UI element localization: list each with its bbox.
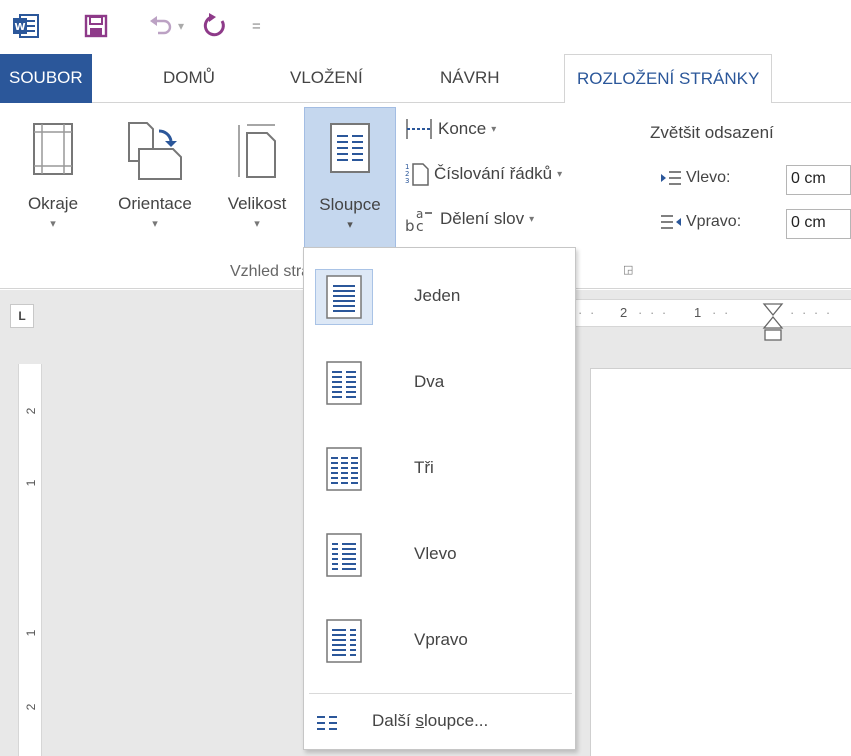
columns-menu-item-right[interactable]: Vpravo <box>310 602 569 680</box>
breaks-button[interactable]: Konce ▾ <box>404 115 496 143</box>
word-logo-icon: W <box>12 12 40 40</box>
indent-left-label: Vlevo: <box>660 169 730 187</box>
chevron-down-icon: ▾ <box>529 213 535 225</box>
size-label: Velikost <box>227 194 287 213</box>
indent-right-input[interactable]: 0 cm <box>786 209 851 239</box>
columns-menu-item-label: Jeden <box>414 286 461 305</box>
document-page[interactable] <box>590 368 851 756</box>
columns-label: Sloupce <box>319 195 381 214</box>
redo-icon[interactable] <box>202 12 228 40</box>
chevron-down-icon: ▾ <box>557 168 563 180</box>
ruler-tick: 2 <box>24 703 38 711</box>
ruler-tick: 2 <box>620 305 628 320</box>
chevron-down-icon: ▾ <box>491 123 497 135</box>
indent-marker-icon[interactable] <box>762 302 784 342</box>
margins-button[interactable]: Okraje ▾ <box>18 107 88 263</box>
ruler-tick: 1 <box>24 629 38 637</box>
quick-access-toolbar: W ▾ = <box>0 0 851 54</box>
columns-menu-item-left[interactable]: Vlevo <box>310 516 569 594</box>
chevron-down-icon: ▾ <box>152 218 158 230</box>
columns-menu-item-label: Dva <box>414 372 445 391</box>
ruler-tick: 2 <box>24 407 38 415</box>
columns-menu-item-two[interactable]: Dva <box>310 344 569 422</box>
chevron-down-icon: ▾ <box>254 218 260 230</box>
svg-text:W: W <box>14 22 25 33</box>
tab-insert[interactable]: VLOŽENÍ <box>290 54 363 103</box>
chevron-down-icon: ▾ <box>347 219 353 231</box>
columns-icon <box>330 123 370 173</box>
columns-menu-item-label: Tři <box>414 458 434 477</box>
columns-dropdown-menu: Jeden Dva Tři Vlevo Vpravo <box>303 247 576 750</box>
indent-right-label: Vpravo: <box>660 213 741 231</box>
svg-text:3: 3 <box>405 177 409 185</box>
undo-icon[interactable] <box>148 12 174 40</box>
orientation-button[interactable]: Orientace ▾ <box>104 107 206 263</box>
columns-button[interactable]: Sloupce ▾ <box>304 107 396 253</box>
three-columns-icon <box>315 441 373 497</box>
ribbon-tabs: SOUBOR DOMŮ VLOŽENÍ NÁVRH ROZLOŽENÍ STRÁ… <box>0 54 851 104</box>
columns-menu-item-three[interactable]: Tři <box>310 430 569 508</box>
right-column-icon <box>315 613 373 669</box>
orientation-label: Orientace <box>118 194 192 213</box>
breaks-icon <box>406 119 432 139</box>
svg-text:c: c <box>416 219 424 233</box>
size-button[interactable]: Velikost ▾ <box>213 107 301 263</box>
line-numbers-label: Číslování řádků <box>434 164 553 183</box>
save-icon[interactable] <box>84 12 108 40</box>
hyphenation-label: Dělení slov <box>440 209 525 228</box>
two-columns-icon <box>315 355 373 411</box>
one-column-icon <box>315 269 373 325</box>
tab-file[interactable]: SOUBOR <box>0 54 92 103</box>
orientation-icon <box>128 122 182 180</box>
hyphenation-button[interactable]: b a c Dělení slov ▾ <box>404 205 534 233</box>
margins-icon <box>33 123 73 175</box>
svg-text:b: b <box>405 217 415 233</box>
line-numbers-button[interactable]: 1 2 3 Číslování řádků ▾ <box>404 160 562 188</box>
tab-selector-icon[interactable]: L <box>10 304 34 328</box>
margins-label: Okraje <box>27 194 79 213</box>
breaks-label: Konce <box>438 119 487 138</box>
columns-menu-item-one[interactable]: Jeden <box>310 258 569 336</box>
indent-left-icon <box>661 171 681 185</box>
tab-home[interactable]: DOMŮ <box>163 54 215 103</box>
ruler-tick: 1 <box>694 305 702 320</box>
indent-left-input[interactable]: 0 cm <box>786 165 851 195</box>
left-column-icon <box>315 527 373 583</box>
indent-title: Zvětšit odsazení <box>650 123 774 142</box>
chevron-down-icon: ▾ <box>50 218 56 230</box>
more-columns-label: Další sloupce... <box>372 711 489 730</box>
columns-menu-item-label: Vlevo <box>414 544 457 563</box>
hyphenation-icon: b a c <box>405 207 432 233</box>
horizontal-ruler[interactable]: · · 2 · · · 1 · · · · · · <box>576 299 851 341</box>
vertical-ruler[interactable]: 2 1 1 2 <box>18 364 42 756</box>
dialog-launcher-icon[interactable]: ◲ <box>623 263 633 276</box>
customize-qat-icon[interactable]: = <box>252 12 261 40</box>
indent-right-icon <box>661 215 681 229</box>
undo-dropdown[interactable]: ▾ <box>178 12 184 40</box>
menu-separator <box>309 693 572 694</box>
tab-page-layout[interactable]: ROZLOŽENÍ STRÁNKY <box>564 54 773 104</box>
columns-menu-item-label: Vpravo <box>414 630 468 649</box>
tab-design[interactable]: NÁVRH <box>440 54 500 103</box>
more-columns-menu-item[interactable]: Další sloupce... <box>309 702 568 742</box>
size-icon <box>238 124 276 178</box>
more-columns-icon <box>317 716 337 730</box>
line-numbers-icon: 1 2 3 <box>405 163 429 186</box>
ruler-tick: 1 <box>24 479 38 487</box>
